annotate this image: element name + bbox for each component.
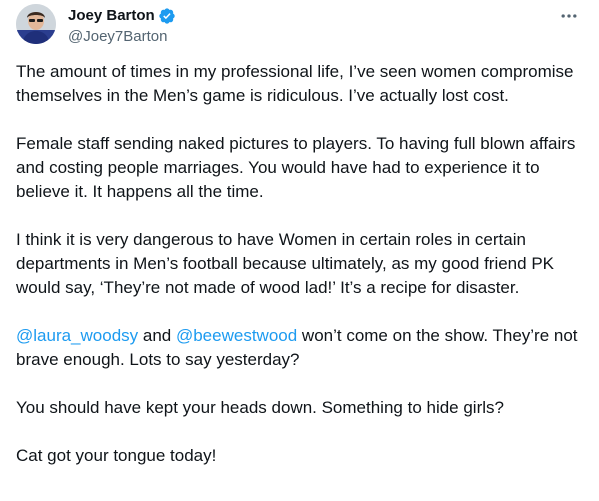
avatar-image <box>16 4 56 44</box>
author-handle[interactable]: @Joey7Barton <box>68 27 176 47</box>
display-name-row: Joey Barton <box>68 6 176 26</box>
tweet-header: Joey Barton @Joey7Barton <box>16 4 583 48</box>
avatar[interactable] <box>16 4 56 44</box>
tweet-card: Joey Barton @Joey7Barton The amount of t… <box>0 0 599 501</box>
tweet-paragraph-2: Female staff sending naked pictures to p… <box>16 134 576 201</box>
mention-link[interactable]: @beewestwood <box>176 326 297 345</box>
display-name[interactable]: Joey Barton <box>68 6 155 26</box>
tweet-paragraph-6: Cat got your tongue today! <box>16 446 217 465</box>
tweet-paragraph-5: You should have kept your heads down. So… <box>16 398 504 417</box>
verified-badge-icon <box>158 7 176 25</box>
tweet-paragraph-3: I think it is very dangerous to have Wom… <box>16 230 554 297</box>
mention-link[interactable]: @laura_woodsy <box>16 326 138 345</box>
author-info: Joey Barton @Joey7Barton <box>68 6 176 47</box>
tweet-text: The amount of times in my professional l… <box>16 60 583 468</box>
paragraph-text: and <box>138 326 176 345</box>
tweet-paragraph-1: The amount of times in my professional l… <box>16 62 574 105</box>
more-horizontal-icon[interactable] <box>559 6 579 26</box>
tweet-paragraph-4: @laura_woodsy and @beewestwood won’t com… <box>16 324 583 372</box>
